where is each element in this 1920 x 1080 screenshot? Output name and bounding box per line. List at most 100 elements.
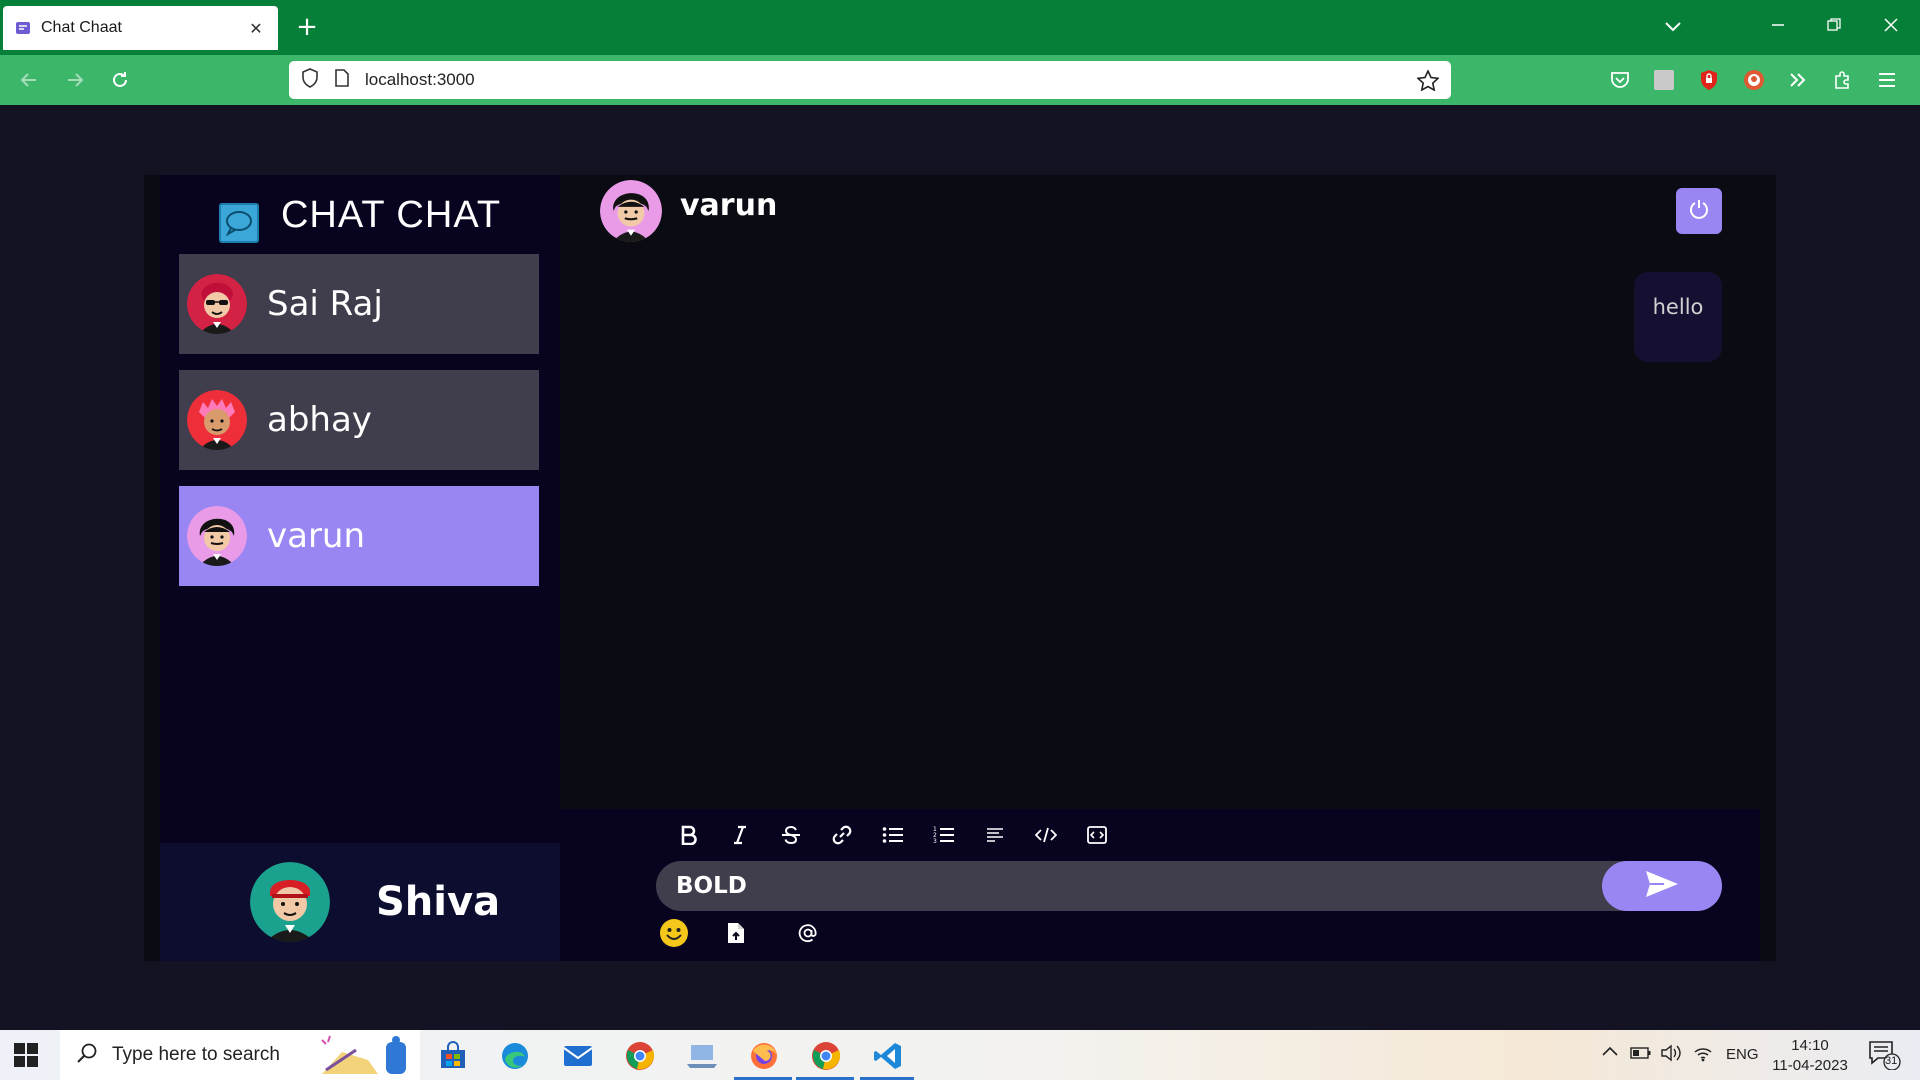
avatar	[600, 180, 662, 242]
bullet-list-icon	[882, 826, 904, 848]
close-window-icon[interactable]	[1876, 12, 1906, 42]
tray-chevron-up-icon[interactable]	[1602, 1044, 1618, 1061]
restore-icon[interactable]	[1819, 12, 1849, 42]
code-block-button[interactable]	[1071, 821, 1122, 853]
new-tab-button[interactable]: +	[292, 12, 322, 42]
code-button[interactable]	[1020, 821, 1071, 853]
strikethrough-button[interactable]	[765, 821, 816, 853]
tab-close-icon[interactable]: ✕	[246, 19, 266, 38]
search-highlight-art-icon	[316, 1034, 412, 1080]
extensions-puzzle-icon[interactable]	[1831, 68, 1855, 92]
wifi-icon[interactable]	[1692, 1044, 1714, 1066]
chat-header: varun	[600, 179, 777, 243]
contact-item-varun[interactable]: varun	[179, 486, 539, 586]
send-arrow-icon	[1644, 869, 1680, 903]
strikethrough-icon	[781, 825, 801, 849]
message-composer: 123 BOLD	[560, 809, 1760, 961]
contact-name: Sai Raj	[267, 284, 383, 324]
url-text[interactable]: localhost:3000	[365, 70, 475, 90]
page-icon[interactable]	[335, 69, 349, 91]
chat-recipient-name: varun	[680, 187, 778, 223]
chrome-profile-icon[interactable]	[808, 1038, 844, 1074]
windows-taskbar: Type here to search ENG 14:10 11-04-2023…	[0, 1030, 1920, 1080]
taskbar-search[interactable]: Type here to search	[60, 1030, 420, 1080]
minimize-icon[interactable]	[1763, 12, 1793, 42]
vscode-icon[interactable]	[870, 1038, 906, 1074]
clock-date: 11-04-2023	[1772, 1057, 1848, 1074]
chrome-icon[interactable]	[622, 1038, 658, 1074]
bold-icon	[680, 825, 698, 849]
reload-icon[interactable]	[105, 65, 135, 95]
numbered-list-icon: 123	[933, 825, 955, 849]
contact-name: varun	[267, 516, 366, 556]
contact-item-sai-raj[interactable]: Sai Raj	[179, 254, 539, 354]
send-button[interactable]	[1602, 861, 1722, 911]
brand-header: CHAT CHAT	[160, 175, 560, 255]
search-placeholder: Type here to search	[112, 1044, 280, 1065]
message-input[interactable]: BOLD	[676, 861, 1596, 911]
browser-tab[interactable]: Chat Chaat ✕	[3, 6, 278, 50]
back-arrow-icon[interactable]	[14, 65, 44, 95]
bookmark-star-icon[interactable]	[1416, 69, 1440, 95]
at-sign-icon	[798, 923, 818, 947]
windows-start-icon[interactable]	[14, 1043, 38, 1067]
brand-title: CHAT CHAT	[280, 193, 502, 236]
blockquote-button[interactable]	[969, 821, 1020, 853]
clock-time: 14:10	[1791, 1037, 1829, 1054]
message-text: hello	[1652, 295, 1704, 319]
search-icon	[76, 1042, 98, 1068]
current-user-name: Shiva	[376, 879, 501, 925]
notification-center-icon[interactable]: 31	[1868, 1040, 1902, 1074]
emoji-button[interactable]	[656, 919, 692, 951]
clock[interactable]: 14:10 11-04-2023	[1760, 1036, 1860, 1076]
mention-button[interactable]	[790, 919, 826, 951]
volume-icon[interactable]	[1660, 1043, 1682, 1067]
italic-icon	[732, 825, 748, 849]
power-icon	[1688, 198, 1710, 224]
logout-button[interactable]	[1676, 188, 1722, 234]
avatar	[187, 274, 247, 334]
shield-icon[interactable]	[301, 68, 319, 92]
composer-extras	[656, 919, 826, 951]
link-button[interactable]	[816, 821, 867, 853]
code-block-icon	[1086, 826, 1107, 848]
microsoft-store-icon[interactable]	[435, 1038, 471, 1074]
avatar	[187, 390, 247, 450]
attach-file-button[interactable]	[718, 919, 754, 951]
tab-title: Chat Chaat	[41, 19, 122, 36]
link-icon	[832, 825, 852, 849]
numbered-list-button[interactable]: 123	[918, 821, 969, 853]
battery-icon[interactable]	[1630, 1046, 1652, 1064]
adblock-icon[interactable]	[1697, 68, 1721, 92]
tab-favicon-icon	[15, 20, 31, 36]
message-sent: hello	[1634, 272, 1722, 362]
edge-browser-icon[interactable]	[497, 1038, 533, 1074]
duckduckgo-icon[interactable]	[1742, 68, 1766, 92]
firefox-icon[interactable]	[746, 1038, 782, 1074]
bullet-list-button[interactable]	[867, 821, 918, 853]
tab-list-chevron-icon[interactable]	[1658, 12, 1688, 42]
forward-arrow-icon[interactable]	[60, 65, 90, 95]
language-indicator[interactable]: ENG	[1726, 1046, 1759, 1063]
laptop-app-icon[interactable]	[684, 1038, 720, 1074]
contacts-sidebar: CHAT CHAT Sai Raj abhay varun Shiva	[160, 175, 560, 961]
code-icon	[1034, 826, 1057, 848]
contact-item-abhay[interactable]: abhay	[179, 370, 539, 470]
browser-nav-bar: localhost:3000	[0, 55, 1920, 105]
hamburger-menu-icon[interactable]	[1875, 68, 1899, 92]
chat-bubble-logo-icon	[218, 203, 259, 243]
avatar	[250, 862, 330, 942]
file-upload-icon	[727, 922, 745, 948]
extension-square-icon[interactable]	[1652, 68, 1676, 92]
pocket-icon[interactable]	[1608, 68, 1632, 92]
svg-text:3: 3	[933, 838, 937, 845]
current-user-panel: Shiva	[160, 843, 560, 961]
mail-icon[interactable]	[560, 1038, 596, 1074]
more-tools-chevrons-icon[interactable]	[1786, 68, 1810, 92]
italic-button[interactable]	[714, 821, 765, 853]
smiley-icon	[659, 918, 689, 952]
avatar	[187, 506, 247, 566]
browser-tab-bar: Chat Chaat ✕ +	[0, 0, 1920, 55]
address-bar[interactable]: localhost:3000	[289, 61, 1451, 99]
bold-button[interactable]	[663, 821, 714, 853]
